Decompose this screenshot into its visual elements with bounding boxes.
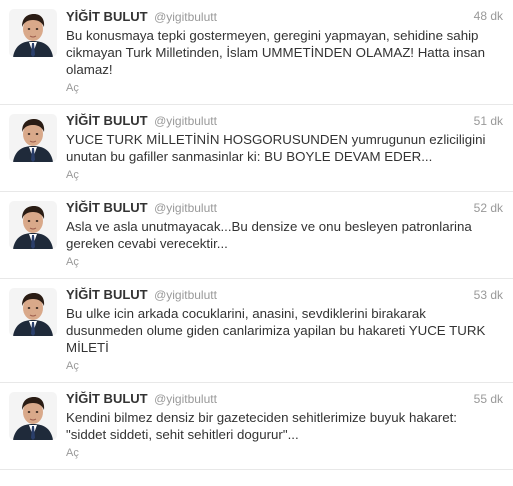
tweet-text: Kendini bilmez densiz bir gazeteciden se… <box>66 410 457 442</box>
tweet-timestamp[interactable]: 55 dk <box>474 391 503 407</box>
tweet-text: Asla ve asla unutmayacak...Bu densize ve… <box>66 219 472 251</box>
tweet-author-name[interactable]: YİĞİT BULUT <box>66 9 148 24</box>
avatar[interactable] <box>9 392 57 440</box>
tweet-author-handle[interactable]: @yigitbulutt <box>154 288 217 302</box>
tweet-timestamp[interactable]: 52 dk <box>474 200 503 216</box>
tweet-header: YİĞİT BULUT @yigitbulutt <box>66 113 503 129</box>
tweet-timestamp[interactable]: 51 dk <box>474 113 503 129</box>
tweet-header: YİĞİT BULUT @yigitbulutt <box>66 200 503 216</box>
tweet-item[interactable]: YİĞİT BULUT @yigitbulutt 53 dk Bu ulke i… <box>0 279 513 383</box>
tweet-item[interactable]: YİĞİT BULUT @yigitbulutt 55 dk Kendini b… <box>0 383 513 470</box>
tweet-author-handle[interactable]: @yigitbulutt <box>154 201 217 215</box>
expand-link[interactable]: Aç <box>66 81 79 95</box>
avatar[interactable] <box>9 114 57 162</box>
tweet-text: Bu konusmaya tepki gostermeyen, geregini… <box>66 28 485 77</box>
expand-link[interactable]: Aç <box>66 168 79 182</box>
tweet-timestamp[interactable]: 48 dk <box>474 8 503 24</box>
tweet-timeline: YİĞİT BULUT @yigitbulutt 48 dk Bu konusm… <box>0 0 513 470</box>
avatar[interactable] <box>9 9 57 57</box>
tweet-header: YİĞİT BULUT @yigitbulutt <box>66 287 503 303</box>
tweet-author-name[interactable]: YİĞİT BULUT <box>66 287 148 302</box>
tweet-author-handle[interactable]: @yigitbulutt <box>154 10 217 24</box>
tweet-author-handle[interactable]: @yigitbulutt <box>154 114 217 128</box>
tweet-author-name[interactable]: YİĞİT BULUT <box>66 200 148 215</box>
tweet-header: YİĞİT BULUT @yigitbulutt <box>66 391 503 407</box>
expand-link[interactable]: Aç <box>66 255 79 269</box>
tweet-author-name[interactable]: YİĞİT BULUT <box>66 391 148 406</box>
avatar[interactable] <box>9 288 57 336</box>
tweet-item[interactable]: YİĞİT BULUT @yigitbulutt 52 dk Asla ve a… <box>0 192 513 279</box>
expand-link[interactable]: Aç <box>66 446 79 460</box>
tweet-author-handle[interactable]: @yigitbulutt <box>154 392 217 406</box>
tweet-timestamp[interactable]: 53 dk <box>474 287 503 303</box>
tweet-text: Bu ulke icin arkada cocuklarini, anasini… <box>66 306 486 355</box>
expand-link[interactable]: Aç <box>66 359 79 373</box>
tweet-header: YİĞİT BULUT @yigitbulutt <box>66 9 503 25</box>
tweet-text: YUCE TURK MİLLETİNİN HOSGORUSUNDEN yumru… <box>66 132 486 164</box>
avatar[interactable] <box>9 201 57 249</box>
tweet-author-name[interactable]: YİĞİT BULUT <box>66 113 148 128</box>
tweet-item[interactable]: YİĞİT BULUT @yigitbulutt 48 dk Bu konusm… <box>0 0 513 105</box>
tweet-item[interactable]: YİĞİT BULUT @yigitbulutt 51 dk YUCE TURK… <box>0 105 513 192</box>
